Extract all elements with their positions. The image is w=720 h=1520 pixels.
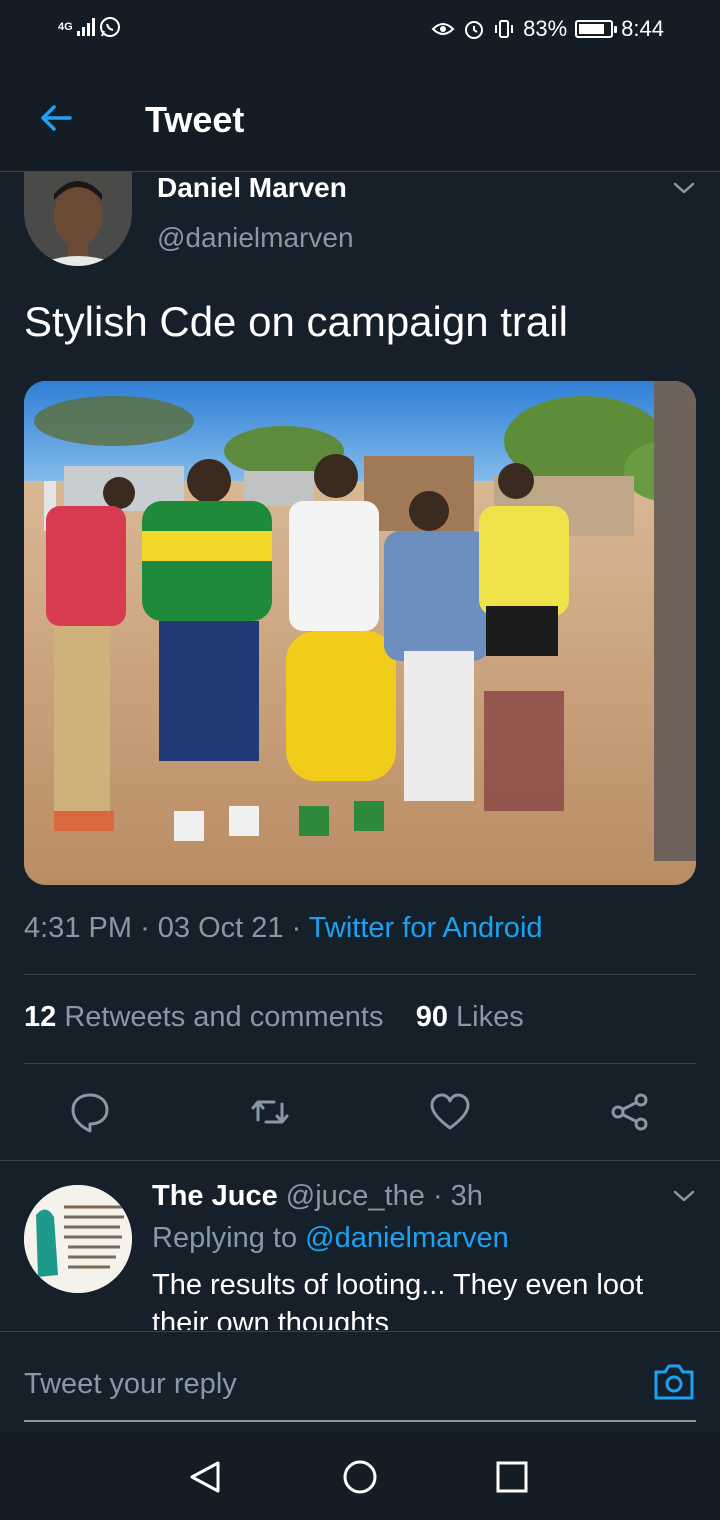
reply-input[interactable]: Tweet your reply	[24, 1368, 237, 1401]
nav-home-icon[interactable]	[340, 1457, 380, 1497]
battery-percent: 83%	[523, 16, 568, 41]
replying-to-label: Replying to	[152, 1222, 298, 1254]
like-heart-icon[interactable]	[428, 1090, 472, 1134]
tweet-stats: 12 Retweets and comments 90 Likes	[24, 1001, 524, 1034]
reply-age: 3h	[450, 1180, 483, 1212]
replying-to: Replying to @danielmarven	[152, 1222, 509, 1255]
meta-separator: ·	[432, 1180, 443, 1212]
reply-icon[interactable]	[68, 1090, 112, 1134]
signal-icon	[76, 18, 95, 36]
clock: 8:44	[621, 16, 664, 41]
likes-label[interactable]: Likes	[456, 1001, 524, 1033]
tweet-photo[interactable]	[24, 381, 696, 885]
meta-separator: ·	[291, 912, 309, 944]
page-title: Tweet	[145, 99, 245, 140]
vibrate-icon	[495, 20, 514, 38]
tweet-meta: 4:31 PM · 03 Oct 21 · Twitter for Androi…	[24, 912, 543, 945]
likes-count[interactable]: 90	[416, 1001, 448, 1033]
reply-author-handle[interactable]: @juce_the	[286, 1180, 425, 1212]
chevron-down-icon[interactable]	[672, 1184, 696, 1208]
camera-icon[interactable]	[652, 1360, 696, 1404]
tweet-time: 4:31 PM	[24, 912, 132, 944]
divider	[0, 1160, 720, 1161]
status-left: 4G	[58, 16, 121, 38]
battery-icon	[575, 20, 618, 38]
tweet-text: Stylish Cde on campaign trail	[24, 298, 568, 345]
eye-icon	[431, 23, 455, 35]
tweet-source-link[interactable]: Twitter for Android	[309, 912, 543, 944]
divider	[24, 974, 696, 975]
retweet-icon[interactable]	[248, 1090, 292, 1134]
back-arrow-icon[interactable]	[36, 98, 76, 138]
status-bar: 4G 83% 8:44	[0, 0, 720, 62]
tweet-date: 03 Oct 21	[157, 912, 284, 944]
input-underline	[24, 1420, 696, 1422]
nav-back-icon[interactable]	[186, 1457, 226, 1497]
reply-avatar[interactable]	[24, 1185, 132, 1293]
alarm-icon	[465, 21, 484, 39]
nav-recents-icon[interactable]	[492, 1457, 532, 1497]
retweets-count[interactable]: 12	[24, 1001, 56, 1033]
share-icon[interactable]	[608, 1090, 652, 1134]
replying-to-handle[interactable]: @danielmarven	[305, 1222, 509, 1254]
reply-header: The Juce @juce_the · 3h	[152, 1180, 483, 1213]
chevron-down-icon[interactable]	[672, 176, 696, 200]
reply-author-name[interactable]: The Juce	[152, 1180, 278, 1212]
author-name[interactable]: Daniel Marven	[157, 172, 347, 204]
whatsapp-icon	[99, 17, 120, 37]
divider	[24, 1063, 696, 1064]
reply-text: The results of looting... They even loot…	[152, 1269, 644, 1330]
author-avatar[interactable]	[24, 172, 132, 266]
system-nav-bar	[0, 1431, 720, 1520]
retweets-label[interactable]: Retweets and comments	[64, 1001, 383, 1033]
reply-composer: Tweet your reply	[0, 1331, 720, 1431]
meta-separator: ·	[140, 912, 158, 944]
status-right: 83% 8:44	[431, 16, 664, 42]
network-type: 4G	[58, 21, 73, 33]
author-handle[interactable]: @danielmarven	[157, 222, 354, 254]
app-header: Tweet	[0, 62, 720, 172]
